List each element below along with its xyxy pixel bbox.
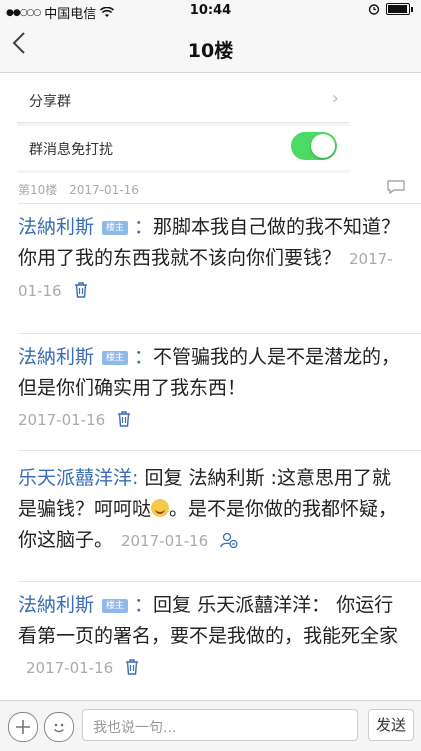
status-time: 10:44 xyxy=(189,3,232,18)
reply-date: 2017-01-16 xyxy=(18,411,106,429)
comment-input[interactable]: 我也说一句... xyxy=(82,709,358,741)
alarm-clock-icon xyxy=(368,4,380,15)
trash-icon[interactable] xyxy=(125,659,139,675)
battery-icon xyxy=(386,3,410,15)
trash-icon[interactable] xyxy=(74,282,88,298)
divider xyxy=(18,203,421,204)
reply-colon: ： xyxy=(134,346,154,368)
reply-date: 2017-01-16 xyxy=(121,532,209,550)
nav-bar: 10楼 xyxy=(0,22,421,73)
emoji-button[interactable] xyxy=(44,712,74,742)
comment-icon[interactable] xyxy=(387,180,405,194)
reply-author[interactable]: 法納利斯 xyxy=(18,346,94,368)
battery-tip xyxy=(411,6,413,12)
floor-date: 2017-01-16 xyxy=(69,183,139,197)
share-group-label: 分享群 xyxy=(29,94,71,110)
reply-item: 乐天派囍洋洋: 回复 法納利斯 :这意思用了就是骗钱？呵呵哒 。是不是你做的我都怀… xyxy=(18,463,404,557)
reply-user-icon[interactable] xyxy=(220,532,238,548)
owner-badge: 楼主 xyxy=(102,599,129,613)
mute-label: 群消息免打扰 xyxy=(29,142,113,158)
page-title: 10楼 xyxy=(187,40,234,62)
reply-author[interactable]: 乐天派囍洋洋 xyxy=(18,467,132,489)
owner-badge: 楼主 xyxy=(102,221,129,235)
status-bar: ●●○○○ 中国电信 10:44 xyxy=(0,0,421,22)
reply-item: 法納利斯 楼主 ：那脚本我自己做的我不知道？你用了我的东西我就不该向你们要钱？ 201… xyxy=(18,212,404,307)
toggle-knob xyxy=(311,134,335,158)
divider xyxy=(18,333,421,334)
reply-colon: ： xyxy=(134,216,154,238)
reply-item: 法納利斯 楼主 ：回复 乐天派囍洋洋： 你运行看第一页的署名，要不是我做的，我能死全… xyxy=(18,590,404,684)
mute-row: 群消息免打扰 xyxy=(17,126,349,170)
embedded-screenshot[interactable]: 分享群 › 群消息免打扰 xyxy=(17,78,349,173)
reply-date: 2017-01-16 xyxy=(26,659,114,677)
share-group-row: 分享群 › xyxy=(17,78,349,123)
smile-emoji-icon xyxy=(151,499,170,517)
plus-icon xyxy=(16,720,30,734)
send-button[interactable]: 发送 xyxy=(368,709,414,741)
floor-label: 第10楼 xyxy=(18,183,58,197)
add-button[interactable] xyxy=(8,712,38,742)
mute-toggle xyxy=(291,132,337,160)
reply-author[interactable]: 法納利斯 xyxy=(18,216,94,238)
reply-colon: ： xyxy=(134,594,154,616)
reply-item: 法納利斯 楼主 ：不管骗我的人是不是潜龙的，但是你们确实用了我东西！ 2017-01-… xyxy=(18,342,404,436)
divider xyxy=(18,450,421,451)
comment-input-bar: 我也说一句... 发送 xyxy=(0,700,421,751)
owner-badge: 楼主 xyxy=(102,351,129,365)
floor-meta: 第10楼 2017-01-16 xyxy=(18,181,139,198)
reply-author[interactable]: 法納利斯 xyxy=(18,594,94,616)
smiley-icon xyxy=(54,723,64,733)
chevron-right-icon: › xyxy=(331,88,339,109)
trash-icon[interactable] xyxy=(117,411,131,427)
status-right xyxy=(368,3,413,15)
divider xyxy=(18,581,421,582)
